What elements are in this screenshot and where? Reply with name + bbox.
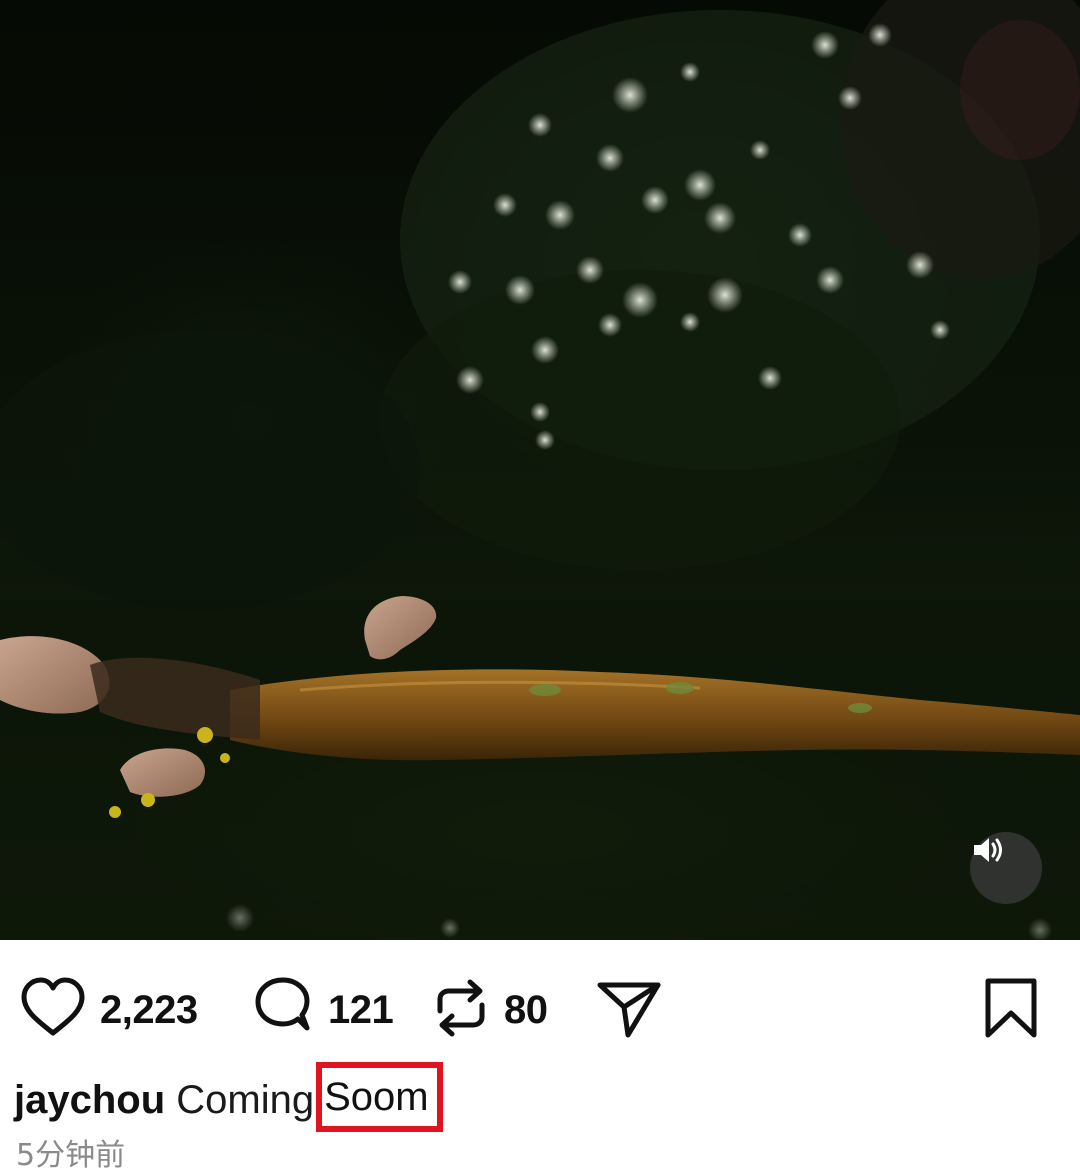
video-frame xyxy=(0,0,1080,940)
caption-text: Coming xyxy=(176,1078,315,1122)
post-caption: jaychou Coming Soom xyxy=(14,1062,443,1132)
repost-count: 80 xyxy=(504,987,548,1032)
post-action-bar: 2,223 121 80 xyxy=(0,962,1080,1058)
comment-count: 121 xyxy=(328,987,394,1032)
send-icon xyxy=(594,973,664,1048)
post-video[interactable] xyxy=(0,0,1080,940)
sound-toggle-button[interactable] xyxy=(970,832,1042,904)
caption-highlighted-word: Soom xyxy=(316,1062,443,1132)
caption-username[interactable]: jaychou xyxy=(14,1078,165,1122)
repost-icon xyxy=(430,975,492,1046)
like-button[interactable]: 2,223 xyxy=(18,962,198,1058)
like-count: 2,223 xyxy=(100,987,198,1032)
comment-bubble-icon xyxy=(250,975,316,1046)
heart-icon xyxy=(18,973,88,1048)
repost-button[interactable]: 80 xyxy=(430,962,548,1058)
post-timestamp: 5分钟前 xyxy=(16,1138,126,1173)
bookmark-icon xyxy=(980,973,1042,1048)
save-button[interactable] xyxy=(980,962,1042,1058)
comment-button[interactable]: 121 xyxy=(250,962,394,1058)
share-button[interactable] xyxy=(594,962,664,1058)
